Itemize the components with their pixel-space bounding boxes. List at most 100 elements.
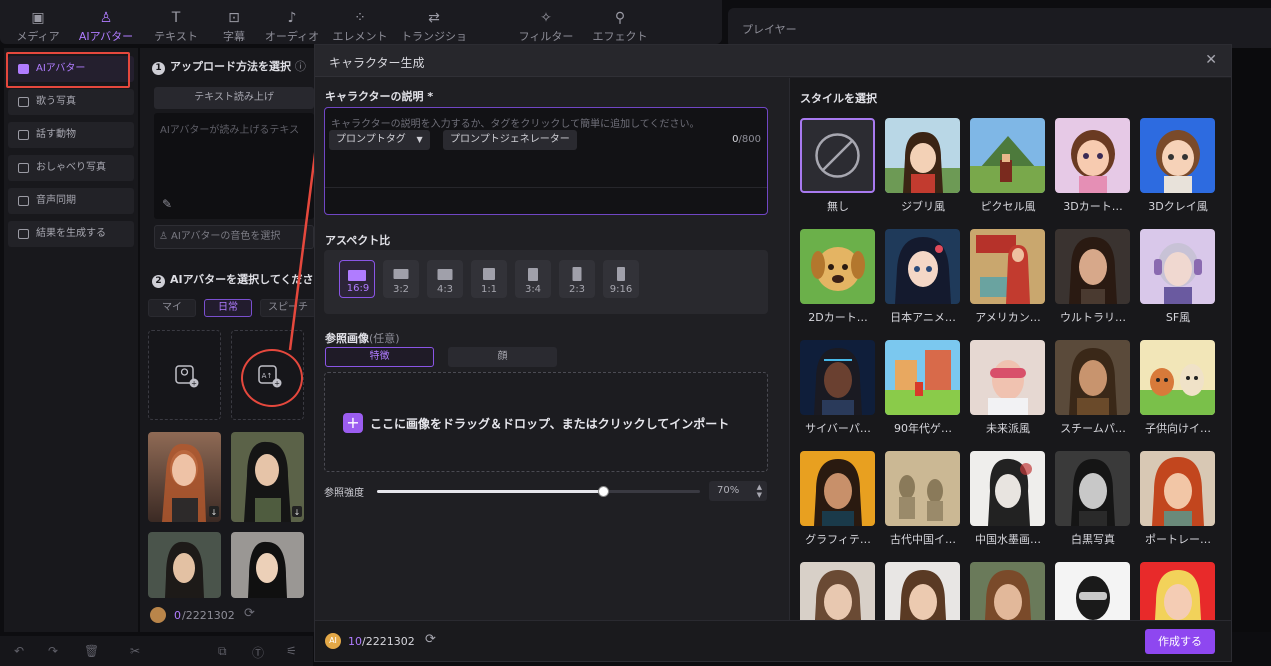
adjust-icon[interactable]: ⚟	[286, 644, 297, 658]
dialog-title: キャラクター生成	[329, 56, 425, 70]
magic-wand-icon[interactable]: ✎	[162, 197, 172, 211]
style-label: アメリカン…	[975, 311, 1041, 324]
aspect-shape-icon	[617, 267, 625, 281]
style-label: ジブリ風	[901, 200, 945, 213]
dropzone-text: ここに画像をドラッグ＆ドロップ、またはクリックしてインポート	[370, 417, 730, 431]
style-option[interactable]	[885, 562, 961, 620]
style-option[interactable]: 未来派風	[970, 340, 1046, 436]
strength-slider[interactable]	[377, 486, 700, 497]
generate-button[interactable]: 作成する	[1145, 629, 1215, 654]
close-icon[interactable]: ✕	[1205, 52, 1217, 68]
style-option[interactable]: 白黒写真	[1055, 451, 1131, 547]
aspect-shape-icon	[528, 267, 538, 281]
style-label: 中国水墨画…	[975, 533, 1041, 546]
style-option[interactable]: 3Dカート…	[1055, 118, 1131, 214]
style-option[interactable]: 90年代ゲ…	[885, 340, 961, 436]
aspect-ratio-option[interactable]: 3:4	[515, 260, 551, 298]
style-option[interactable]: 古代中国イ…	[885, 451, 961, 547]
sidebar-item-talking-photo[interactable]: おしゃべり写真	[8, 155, 134, 181]
crop-icon[interactable]: ⧉	[218, 644, 227, 659]
avatar-thumb[interactable]	[148, 532, 221, 598]
style-option[interactable]: ウルトラリ…	[1055, 229, 1131, 325]
style-option[interactable]: 3Dクレイ風	[1140, 118, 1216, 214]
style-option[interactable]: SF風	[1140, 229, 1216, 325]
undo-icon[interactable]: ↶	[14, 644, 24, 658]
redo-icon[interactable]: ↷	[48, 644, 58, 658]
refresh-icon[interactable]: ⟳	[425, 632, 436, 647]
style-option[interactable]: 無し	[800, 118, 876, 214]
image-dropzone[interactable]: + ここに画像をドラッグ＆ドロップ、またはクリックしてインポート	[324, 372, 768, 472]
sidebar-item-singing-photo[interactable]: 歌う写真	[8, 89, 134, 115]
style-thumbnail	[800, 562, 875, 620]
tab-avatar[interactable]: ♙ AIアバター	[72, 10, 140, 44]
style-label: ピクセル風	[980, 200, 1036, 213]
style-option[interactable]: 2Dカート…	[800, 229, 876, 325]
style-option[interactable]: ジブリ風	[885, 118, 961, 214]
style-label: 3Dカート…	[1063, 200, 1123, 213]
style-thumbnail	[800, 451, 875, 526]
prompt-tag-dropdown[interactable]: プロンプトタグ ▼	[329, 130, 430, 150]
aspect-ratio-label: アスペクト比	[325, 234, 391, 247]
tab-media[interactable]: ▣ メディア	[4, 10, 72, 44]
aspect-ratio-option[interactable]: 3:2	[383, 260, 419, 298]
style-thumbnail	[885, 229, 960, 304]
style-thumbnail	[800, 340, 875, 415]
style-label: 白黒写真	[1071, 533, 1115, 546]
preview-area	[1232, 48, 1271, 632]
prompt-generator-button[interactable]: プロンプトジェネレーター	[443, 130, 577, 150]
style-label: 未来派風	[986, 422, 1030, 435]
text-tool-icon[interactable]: Ⓣ	[252, 644, 264, 661]
style-option[interactable]: スチームパ…	[1055, 340, 1131, 436]
tab-face[interactable]: 顔	[448, 347, 557, 367]
sidebar-item-lip-sync[interactable]: 音声同期	[8, 188, 134, 214]
style-thumbnail	[970, 340, 1045, 415]
aspect-ratio-option[interactable]: 9:16	[603, 260, 639, 298]
aspect-ratio-option[interactable]: 1:1	[471, 260, 507, 298]
style-option[interactable]: 子供向けイ…	[1140, 340, 1216, 436]
no-style-icon	[800, 118, 875, 193]
style-option[interactable]: ピクセル風	[970, 118, 1046, 214]
style-option[interactable]: サイバーパ…	[800, 340, 876, 436]
style-thumbnail	[1055, 340, 1130, 415]
tab-audio[interactable]: ♪ オーディオ	[258, 10, 326, 44]
top-toolbar: ▣メディア♙AIアバターTテキスト⊡字幕♪オーディオ⁘エレメント⇄トランジション…	[0, 0, 722, 59]
style-label: スタイルを選択	[800, 92, 877, 105]
lip-sync-icon	[18, 196, 29, 206]
voice-icon: ♙	[159, 231, 168, 242]
upload-avatar-tile[interactable]: +	[148, 330, 221, 420]
style-option[interactable]: グラフィテ…	[800, 451, 876, 547]
aspect-ratio-option[interactable]: 16:9	[339, 260, 375, 298]
element-icon: ⁘	[354, 10, 366, 26]
style-option[interactable]	[970, 562, 1046, 620]
delete-icon[interactable]: 🗑	[84, 644, 99, 658]
aspect-ratio-option[interactable]: 2:3	[559, 260, 595, 298]
avatar-thumb[interactable]	[231, 532, 304, 598]
character-description-input[interactable]: キャラクターの説明を入力するか、タグをクリックして簡単に追加してください。	[324, 107, 768, 215]
avatar-thumb[interactable]: ↓	[231, 432, 304, 522]
style-option[interactable]: ポートレー…	[1140, 451, 1216, 547]
talking-animal-icon	[18, 130, 29, 140]
tab-effect[interactable]: ⚲ エフェクト	[586, 10, 654, 44]
subtab-my[interactable]: マイ	[148, 299, 196, 317]
audio-icon: ♪	[287, 10, 297, 26]
split-icon[interactable]: ✂	[130, 644, 140, 658]
tab-feature[interactable]: 特徴	[325, 347, 434, 367]
style-option[interactable]: アメリカン…	[970, 229, 1046, 325]
style-option[interactable]	[800, 562, 876, 620]
slider-handle[interactable]	[598, 486, 610, 497]
sidebar-item-talking-animal[interactable]: 話す動物	[8, 122, 134, 148]
dialog-header: キャラクター生成 ✕	[315, 45, 1231, 77]
style-thumbnail	[1055, 562, 1130, 620]
style-option[interactable]: 日本アニメ…	[885, 229, 961, 325]
tab-filter[interactable]: ✧ フィルター	[512, 10, 580, 44]
tab-element[interactable]: ⁘ エレメント	[326, 10, 394, 44]
style-thumbnail	[1055, 229, 1130, 304]
avatar-thumb[interactable]: ↓	[148, 432, 221, 522]
style-option[interactable]	[1055, 562, 1131, 620]
style-option[interactable]	[1140, 562, 1216, 620]
subtab-daily[interactable]: 日常	[204, 299, 252, 317]
style-option[interactable]: 中国水墨画…	[970, 451, 1046, 547]
aspect-ratio-option[interactable]: 4:3	[427, 260, 463, 298]
strength-input[interactable]: 70% ▲ ▼	[709, 481, 767, 501]
sidebar-item-generate-result[interactable]: 結果を生成する	[8, 221, 134, 247]
